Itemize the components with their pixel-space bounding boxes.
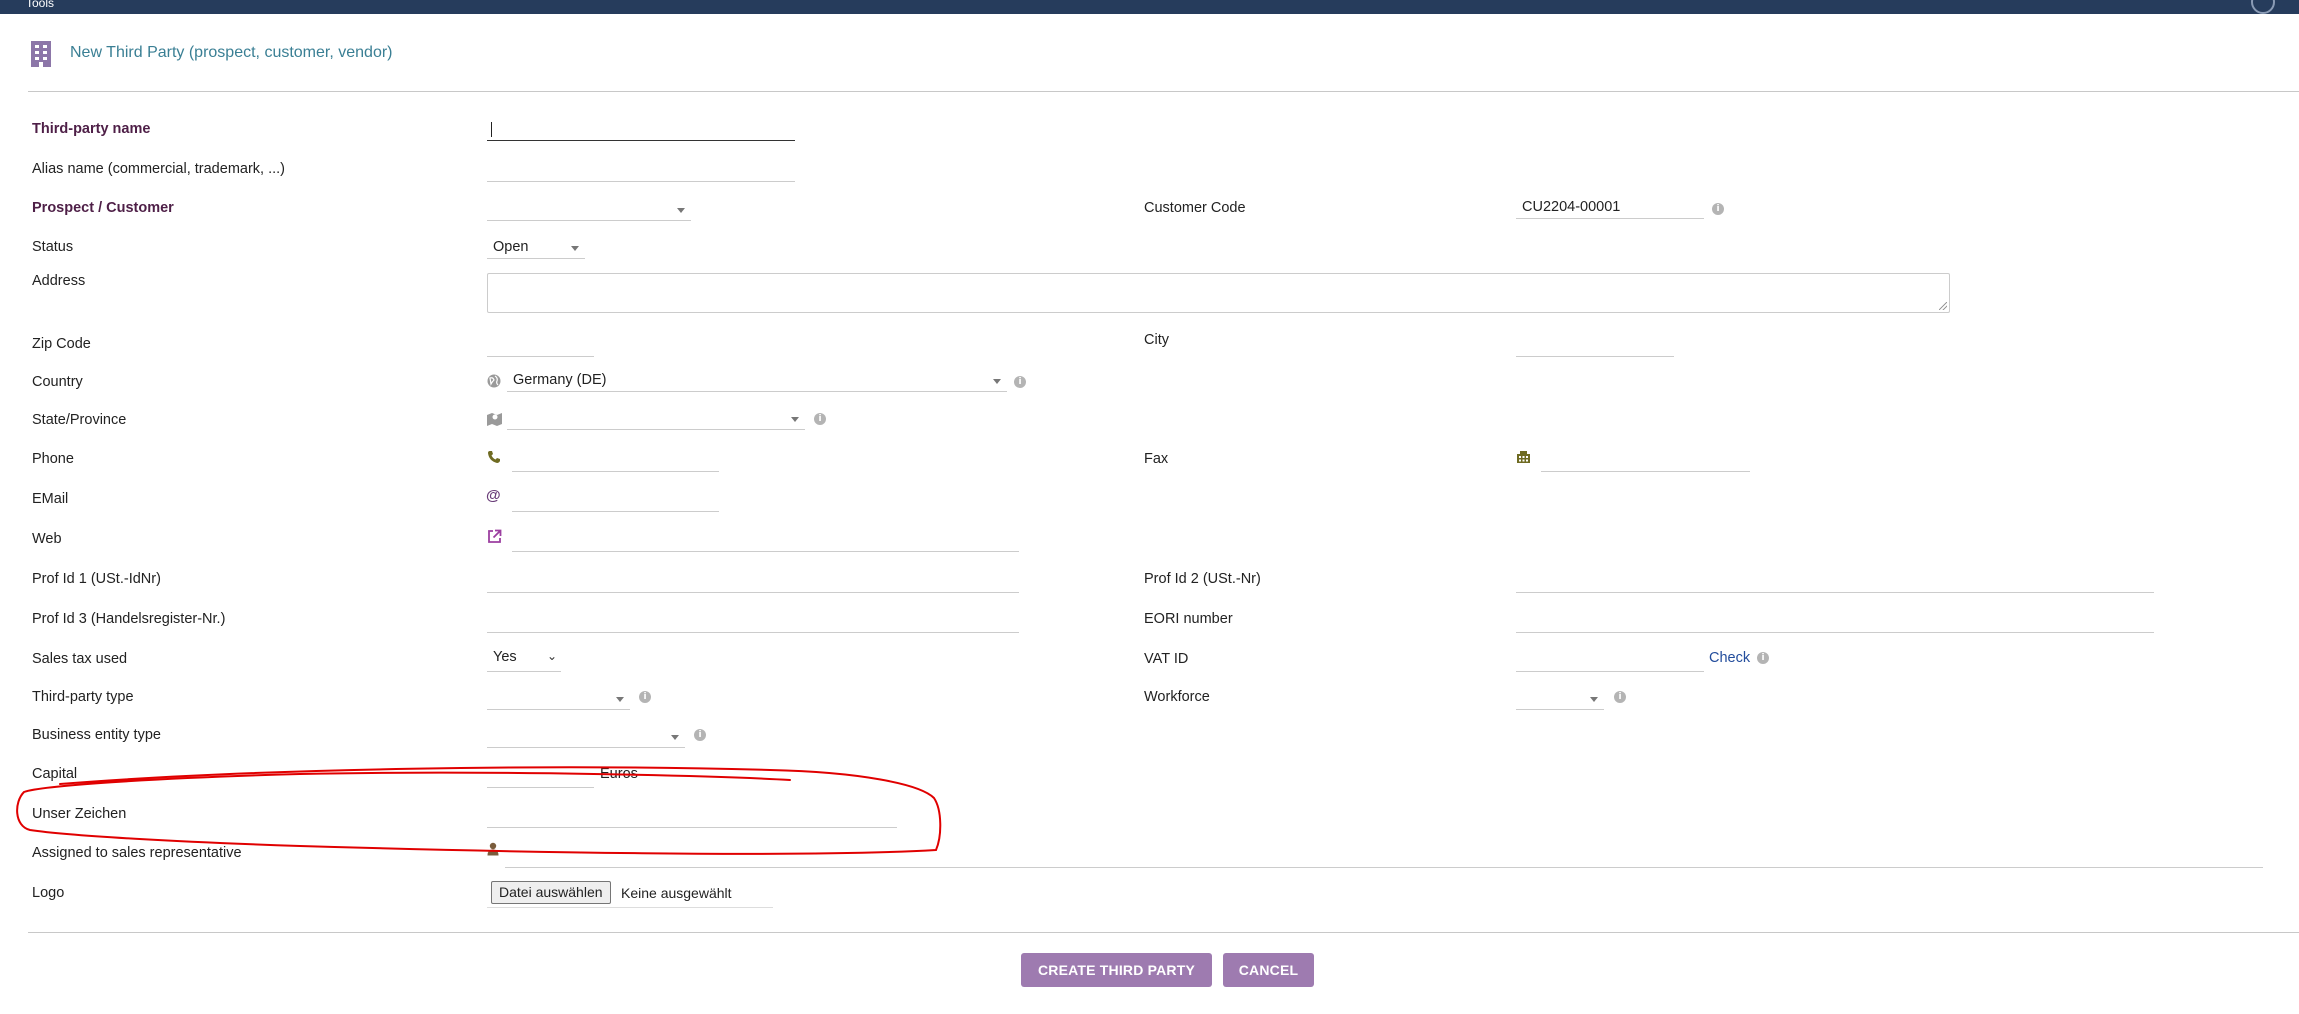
resize-handle-icon[interactable] (1939, 302, 1947, 310)
city-input[interactable] (1516, 335, 1674, 357)
third-party-name-label: Third-party name (32, 121, 151, 137)
prospect-customer-label: Prospect / Customer (32, 200, 174, 216)
globe-icon (487, 374, 501, 388)
third-party-type-select[interactable] (487, 688, 630, 710)
chevron-down-icon (1590, 697, 1598, 702)
capital-input[interactable] (487, 766, 594, 788)
prospect-customer-select[interactable] (487, 199, 691, 221)
file-status-text: Keine ausgewählt (621, 885, 732, 901)
email-label: EMail (32, 491, 69, 507)
chevron-down-icon (616, 697, 624, 702)
eori-number-input[interactable] (1516, 611, 2154, 633)
map-icon (487, 413, 502, 426)
header-divider (28, 91, 2299, 92)
eori-number-label: EORI number (1144, 611, 1233, 627)
capital-label: Capital (32, 766, 78, 782)
info-icon[interactable]: i (694, 729, 706, 741)
currency-label: Euros (600, 766, 638, 782)
info-icon[interactable]: i (1712, 203, 1724, 215)
vat-id-input[interactable] (1516, 650, 1704, 672)
state-province-label: State/Province (32, 412, 127, 428)
workforce-select[interactable] (1516, 688, 1604, 710)
info-icon[interactable]: i (1757, 652, 1769, 664)
building-icon (31, 41, 51, 67)
info-icon[interactable]: i (1014, 376, 1026, 388)
top-bar-title: Tools (26, 0, 55, 10)
alias-name-input[interactable] (487, 160, 795, 182)
info-icon[interactable]: i (639, 691, 651, 703)
web-input[interactable] (512, 530, 1019, 552)
state-province-select[interactable] (507, 408, 805, 430)
country-select[interactable]: Germany (DE) (507, 370, 1007, 392)
fax-label: Fax (1144, 451, 1169, 467)
create-third-party-button[interactable]: CREATE THIRD PARTY (1021, 953, 1212, 987)
prof-id-1-input[interactable] (487, 571, 1019, 593)
chevron-down-icon (671, 735, 679, 740)
unser-zeichen-input[interactable] (487, 806, 897, 828)
logo-underline (487, 907, 773, 908)
workforce-label: Workforce (1144, 689, 1210, 705)
choose-file-button[interactable]: Datei auswählen (491, 881, 611, 904)
third-party-name-input[interactable] (487, 119, 795, 141)
address-textarea[interactable] (487, 273, 1950, 313)
user-menu-icon[interactable] (2251, 0, 2275, 14)
prof-id-2-label: Prof Id 2 (USt.-Nr) (1144, 571, 1261, 587)
zip-code-input[interactable] (487, 335, 594, 357)
phone-label: Phone (32, 451, 74, 467)
email-input[interactable] (512, 490, 719, 512)
info-icon[interactable]: i (1614, 691, 1626, 703)
status-label: Status (32, 239, 74, 255)
cancel-button[interactable]: CANCEL (1223, 953, 1314, 987)
info-icon[interactable]: i (814, 413, 826, 425)
status-select[interactable]: Open (487, 237, 585, 259)
top-bar: Tools (0, 0, 2299, 14)
phone-icon (488, 451, 500, 463)
prof-id-3-input[interactable] (487, 611, 1019, 633)
vat-check-link[interactable]: Check (1709, 650, 1750, 666)
user-icon (487, 842, 499, 856)
sales-tax-select[interactable]: Yes ⌄ (487, 645, 561, 672)
fax-input[interactable] (1541, 450, 1750, 472)
footer-divider (28, 932, 2299, 933)
at-sign-icon: @ (486, 487, 501, 504)
external-link-icon (488, 529, 502, 543)
prof-id-3-label: Prof Id 3 (Handelsregister-Nr.) (32, 611, 226, 627)
vat-id-label: VAT ID (1144, 651, 1189, 667)
customer-code-label: Customer Code (1144, 200, 1246, 216)
chevron-down-icon (571, 246, 579, 251)
city-label: City (1144, 332, 1169, 348)
unser-zeichen-label: Unser Zeichen (32, 806, 127, 822)
alias-name-label: Alias name (commercial, trademark, ...) (32, 161, 286, 177)
web-label: Web (32, 531, 62, 547)
prof-id-1-label: Prof Id 1 (USt.-IdNr) (32, 571, 161, 587)
zip-code-label: Zip Code (32, 336, 91, 352)
sales-rep-label: Assigned to sales representative (32, 845, 242, 861)
phone-input[interactable] (512, 450, 719, 472)
fax-icon (1517, 451, 1530, 463)
chevron-down-icon (677, 208, 685, 213)
chevron-down-icon (993, 379, 1001, 384)
chevron-down-icon: ⌄ (546, 649, 557, 663)
page-title: New Third Party (prospect, customer, ven… (70, 44, 393, 61)
prof-id-2-input[interactable] (1516, 571, 2154, 593)
third-party-type-label: Third-party type (32, 689, 134, 705)
sales-rep-select[interactable] (505, 846, 2263, 868)
country-label: Country (32, 374, 83, 390)
business-entity-label: Business entity type (32, 727, 161, 743)
logo-label: Logo (32, 885, 65, 901)
sales-tax-label: Sales tax used (32, 651, 128, 667)
business-entity-select[interactable] (487, 726, 685, 748)
customer-code-input[interactable]: CU2204-00001 (1516, 197, 1704, 219)
chevron-down-icon (791, 417, 799, 422)
address-label: Address (32, 273, 86, 289)
